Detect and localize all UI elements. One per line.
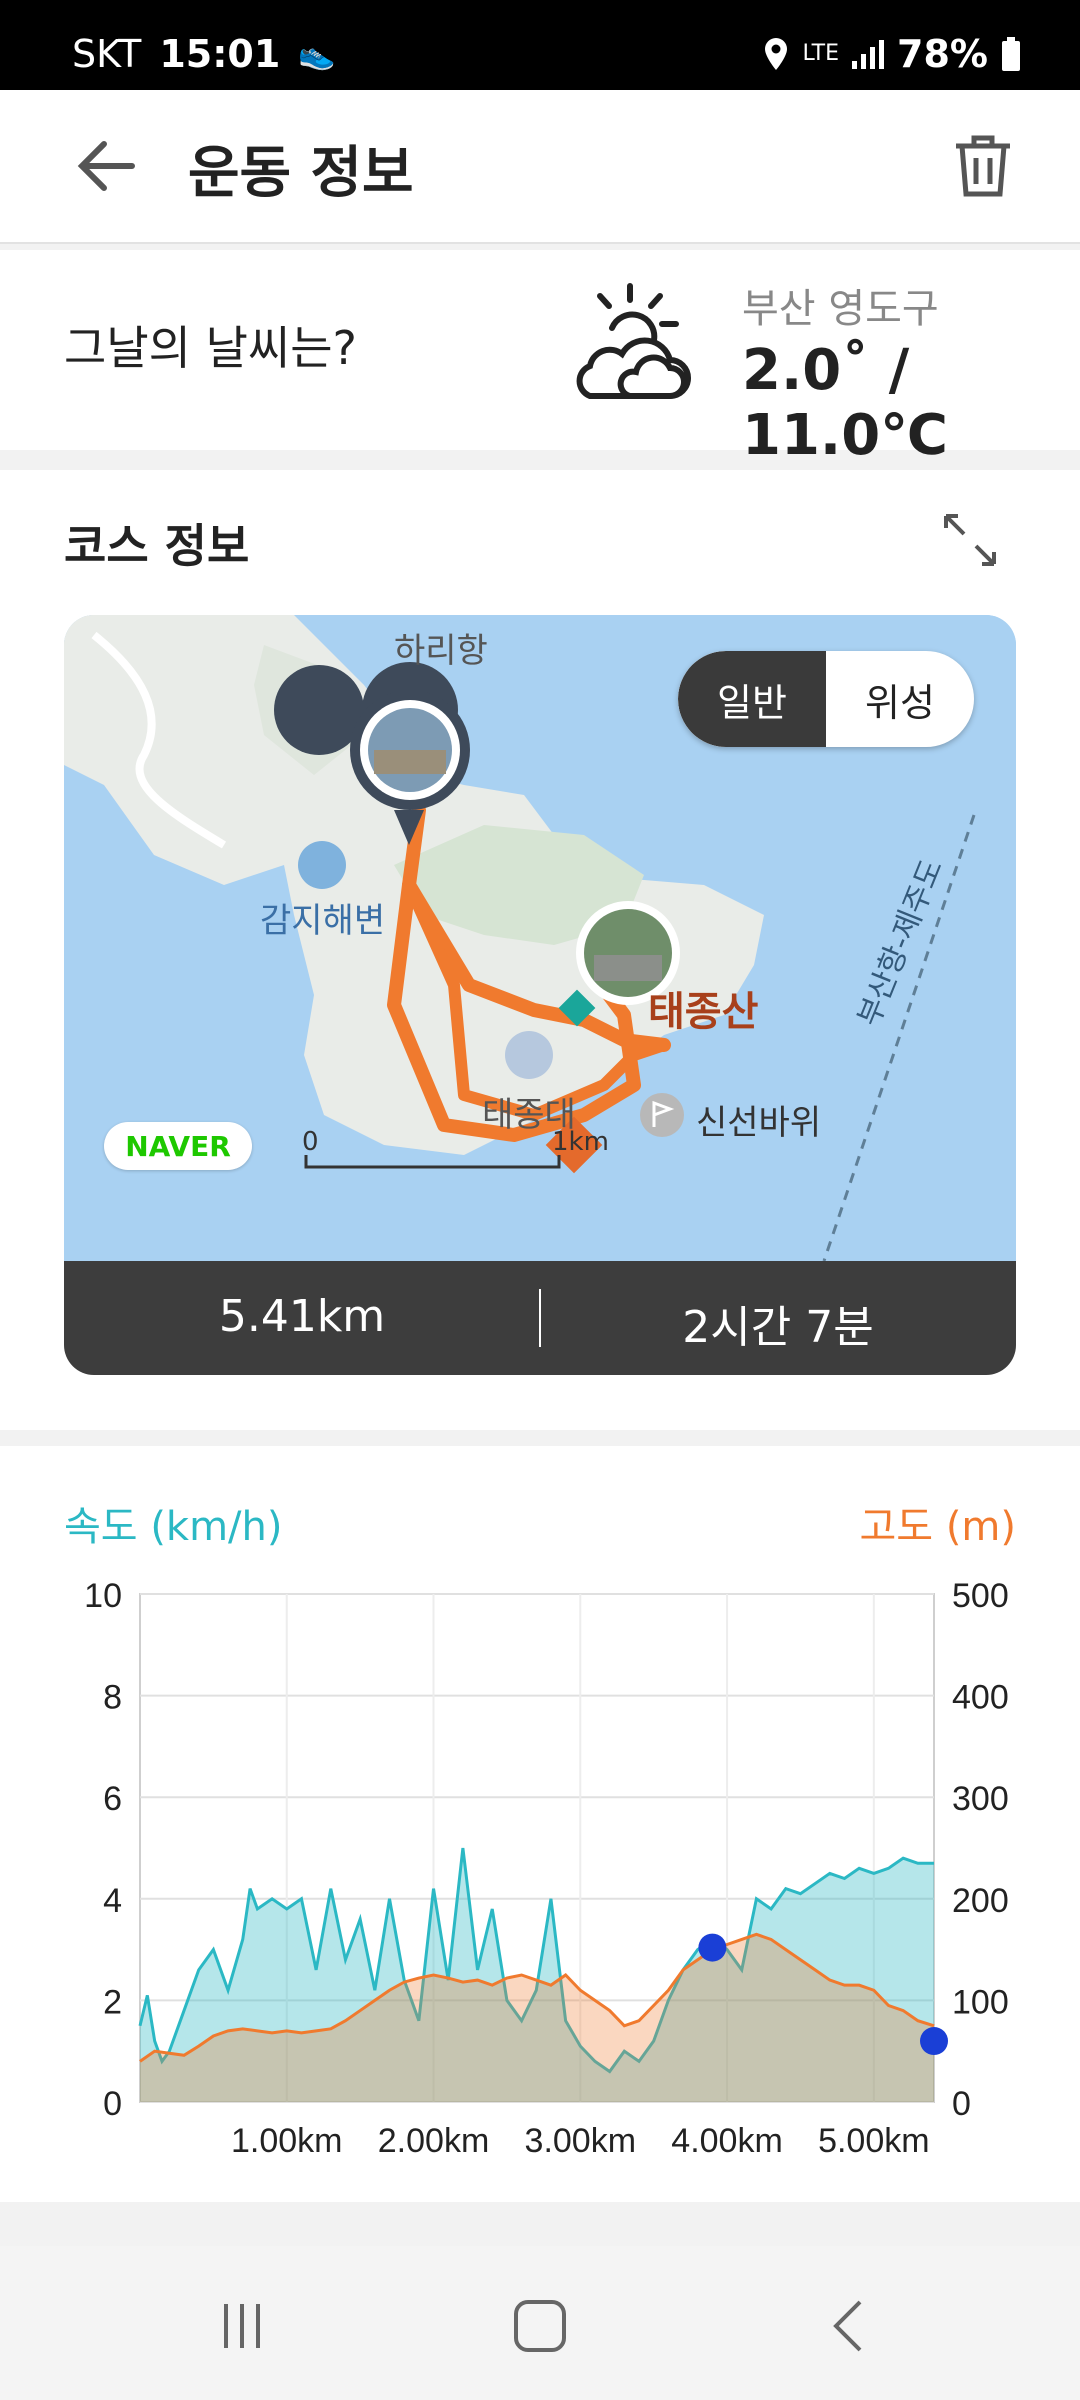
speed-tick-label: 6 xyxy=(103,1780,122,1818)
course-title: 코스 정보 xyxy=(64,519,250,573)
altitude-tick-label: 500 xyxy=(952,1577,1009,1615)
chart-canvas: 024681001002003004005001.00km 2.00km 3.00k… xyxy=(84,1577,1009,2160)
recent-apps-icon[interactable] xyxy=(212,2296,272,2356)
status-bar: SKT 15:01 👟 LTE 78% xyxy=(0,0,1080,90)
altitude-marker xyxy=(920,2027,948,2056)
system-nav-bar xyxy=(0,2246,1080,2400)
naver-logo: NAVER xyxy=(104,1122,252,1170)
weather-temperature: 2.0˚ / 11.0℃ xyxy=(742,338,948,468)
speed-tick-label: 0 xyxy=(103,2085,122,2123)
expand-icon[interactable] xyxy=(940,510,1000,570)
toggle-satellite[interactable]: 위성 xyxy=(826,651,974,747)
toggle-normal[interactable]: 일반 xyxy=(678,651,826,747)
course-section: 코스 정보 하리항 감지해변 태종산 태종대 신선바위 부산항-제주도 0 1k… xyxy=(0,470,1080,1430)
partly-cloudy-icon xyxy=(576,283,691,399)
map-type-toggle[interactable]: 일반 위성 xyxy=(678,651,974,747)
speed-tick-label: 2 xyxy=(103,1983,122,2021)
shoe-icon: 👟 xyxy=(298,36,336,72)
distance-value: 5.41km xyxy=(218,1291,386,1342)
duration-value: 2시간 7분 xyxy=(682,1302,874,1353)
weather-section: 그날의 날씨는? 부산 영도구 2.0˚ / 11.0℃ xyxy=(0,250,1080,468)
home-icon[interactable] xyxy=(510,2296,570,2356)
scale-km: 1km xyxy=(552,1127,609,1157)
trash-icon[interactable] xyxy=(952,132,1014,198)
x-tick-label: 2.00km xyxy=(378,2122,490,2160)
x-tick-label: 3.00km xyxy=(525,2122,637,2160)
x-tick-label: 1.00km xyxy=(231,2122,343,2160)
altitude-tick-label: 0 xyxy=(952,2085,971,2123)
location-icon xyxy=(765,38,788,70)
weather-question: 그날의 날씨는? xyxy=(64,321,357,375)
map-label-mountain: 태종산 xyxy=(648,989,759,1035)
map-label-rock: 신선바위 xyxy=(696,1103,822,1143)
signal-icon xyxy=(852,40,885,69)
map-label-port: 하리항 xyxy=(394,631,488,671)
course-stats: 5.41km 2시간 7분 xyxy=(64,1261,1016,1375)
battery-level: 78% xyxy=(897,32,988,76)
x-tick-label: 5.00km xyxy=(818,2122,930,2160)
page-title: 운동 정보 xyxy=(188,141,414,206)
back-nav-icon[interactable] xyxy=(820,2296,880,2356)
speed-tick-label: 8 xyxy=(103,1679,122,1717)
course-map[interactable]: 하리항 감지해변 태종산 태종대 신선바위 부산항-제주도 0 1km 일반 위… xyxy=(64,615,1016,1261)
speed-tick-label: 10 xyxy=(84,1577,122,1615)
speed-altitude-chart: 속도 (km/h) 고도 (m) 0 2 4 6 8 10 0 100 200 300 400 500… xyxy=(0,1446,1080,2202)
scale-zero: 0 xyxy=(302,1127,319,1157)
x-tick-label: 4.00km xyxy=(671,2122,783,2160)
altitude-tick-label: 200 xyxy=(952,1882,1009,1920)
battery-icon xyxy=(1002,37,1020,71)
carrier: SKT xyxy=(72,32,142,76)
app-header: 운동 정보 xyxy=(0,90,1080,244)
altitude-tick-label: 100 xyxy=(952,1983,1009,2021)
weather-location: 부산 영도구 xyxy=(742,286,939,332)
speed-tick-label: 4 xyxy=(103,1882,122,1920)
back-arrow-icon[interactable] xyxy=(76,136,136,196)
altitude-tick-label: 400 xyxy=(952,1679,1009,1717)
map-label-beach: 감지해변 xyxy=(260,901,386,941)
clock: 15:01 xyxy=(159,32,281,76)
network-type: LTE xyxy=(802,41,840,66)
altitude-tick-label: 300 xyxy=(952,1780,1009,1818)
altitude-marker xyxy=(698,1933,727,1962)
